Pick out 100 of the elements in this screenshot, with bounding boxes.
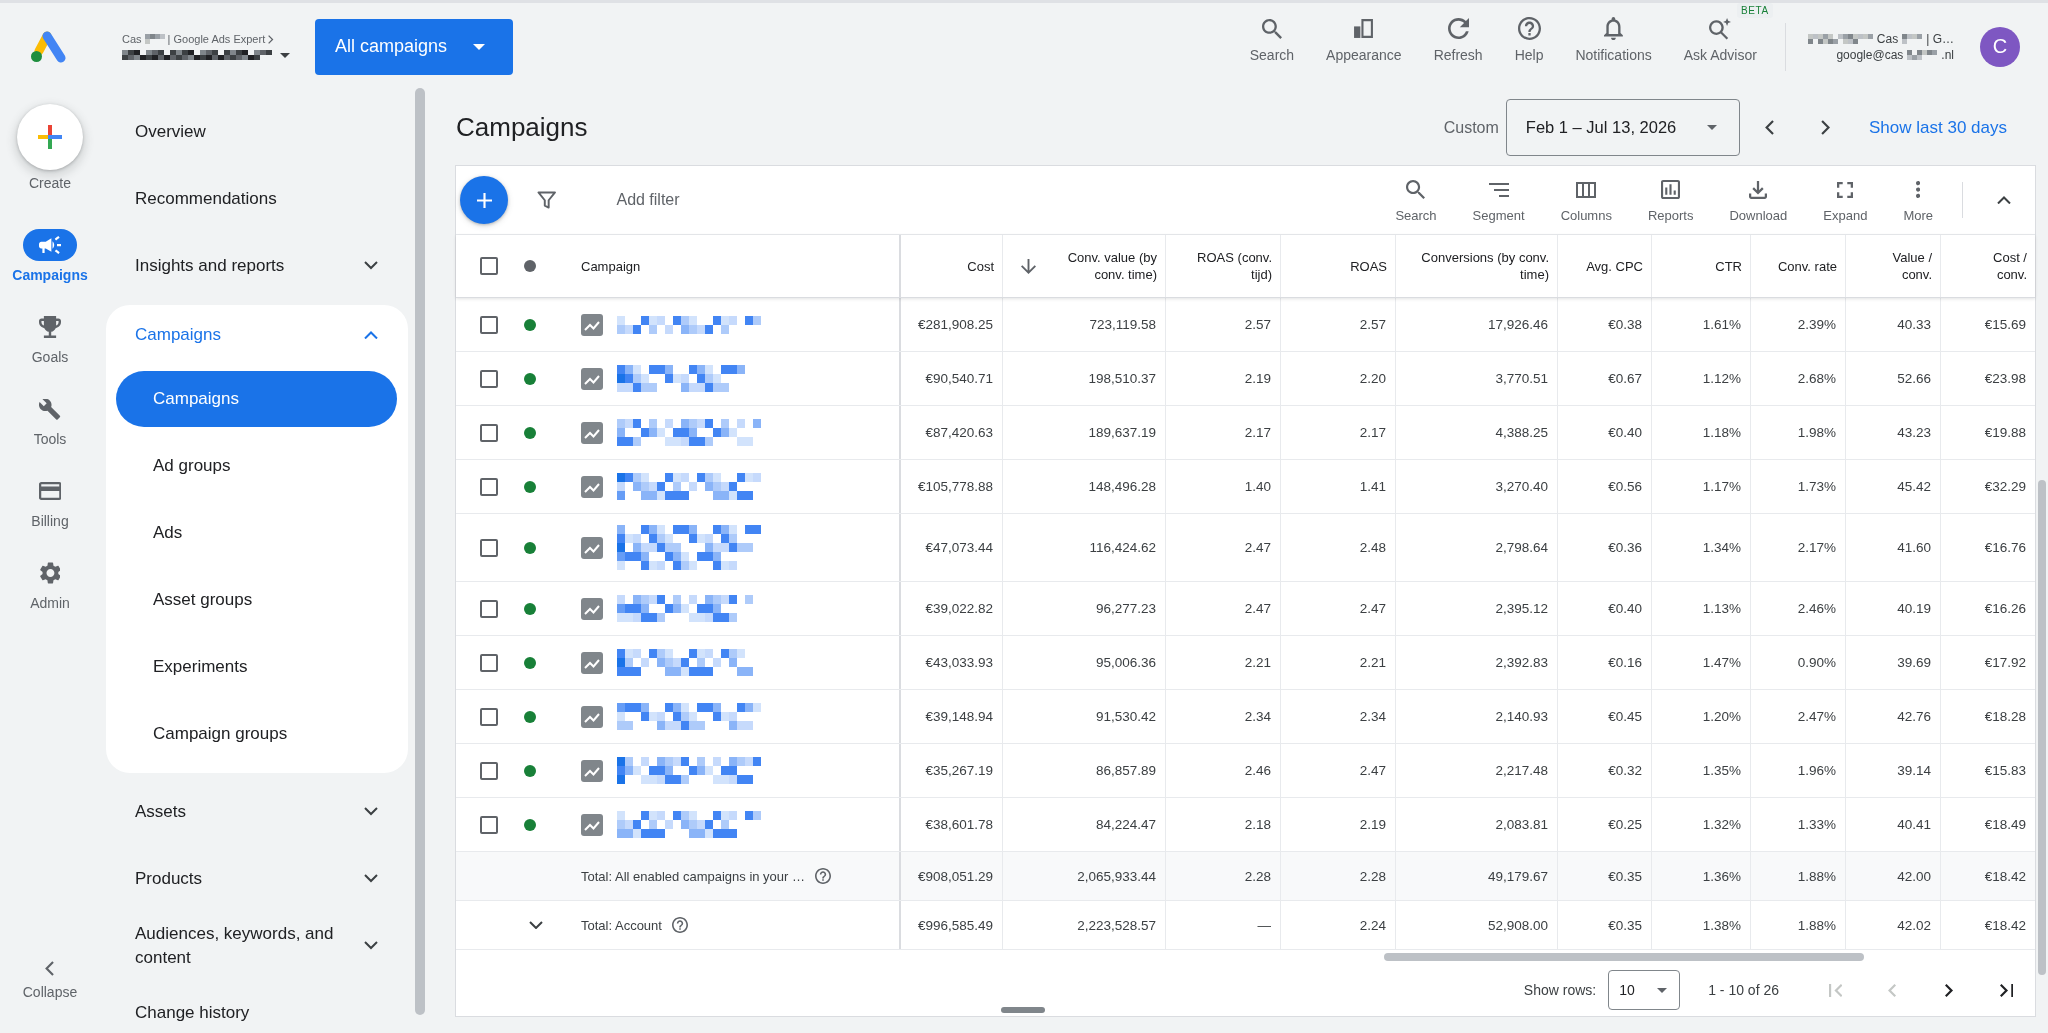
- table-cell: 2.47: [1281, 744, 1396, 797]
- help-icon[interactable]: [671, 917, 688, 933]
- column-header[interactable]: Avg. CPC: [1558, 235, 1652, 297]
- nav-group-toggle[interactable]: Insights and reports: [106, 232, 408, 299]
- table-cell: 2.20: [1281, 352, 1396, 405]
- avatar[interactable]: C: [1980, 26, 2020, 67]
- notifications-button[interactable]: Notifications: [1569, 16, 1658, 63]
- help-icon[interactable]: [815, 868, 831, 884]
- table-cell: 52,908.00: [1396, 901, 1558, 949]
- table-cell: 1.32%: [1652, 798, 1751, 851]
- help-button[interactable]: Help: [1508, 16, 1550, 63]
- row-checkbox[interactable]: [480, 369, 498, 388]
- resize-handle[interactable]: [1001, 1007, 1045, 1013]
- beta-badge: BETA: [1737, 2, 1773, 18]
- row-checkbox[interactable]: [480, 707, 498, 726]
- column-header[interactable]: Cost / conv.: [1941, 235, 2035, 297]
- nav-group-toggle[interactable]: Products: [106, 845, 408, 912]
- user-email-text: google@cas: [1836, 47, 1904, 62]
- column-header[interactable]: Conv. value (by conv. time): [1003, 235, 1166, 297]
- table-cell-text: €17.92: [1983, 654, 2027, 672]
- chevron-down-icon[interactable]: [529, 920, 543, 930]
- column-header[interactable]: ROAS: [1281, 235, 1396, 297]
- table-cell: 1.18%: [1652, 406, 1751, 459]
- row-checkbox[interactable]: [480, 423, 498, 442]
- table-cell: €0.25: [1558, 798, 1652, 851]
- nav-group-toggle[interactable]: Assets: [106, 778, 408, 845]
- all-campaigns-dropdown[interactable]: All campaigns: [315, 18, 513, 75]
- chevron-up-icon[interactable]: [1997, 195, 2011, 205]
- nav-subitem[interactable]: Ads: [116, 504, 397, 561]
- show-last-30-days-link[interactable]: Show last 30 days: [1869, 117, 2007, 138]
- table-cell: 2,140.93: [1396, 690, 1558, 743]
- date-range-dropdown[interactable]: Feb 1 – Jul 13, 2026: [1505, 99, 1740, 156]
- expand-button[interactable]: Expand: [1805, 177, 1886, 223]
- rail-item[interactable]: Goals: [31, 311, 69, 365]
- app-logo[interactable]: [30, 30, 66, 63]
- date-preset-label: Custom: [1443, 118, 1499, 137]
- create-button[interactable]: Create: [17, 104, 83, 191]
- column-header[interactable]: Cost: [901, 235, 1003, 297]
- row-checkbox[interactable]: [480, 315, 498, 334]
- last-page-icon[interactable]: [1999, 983, 2014, 997]
- row-checkbox[interactable]: [480, 477, 498, 496]
- add-button[interactable]: [460, 176, 508, 224]
- table-cell: 2.17: [1166, 406, 1281, 459]
- search-button[interactable]: Search: [1377, 177, 1455, 223]
- table-cell: 1.40: [1166, 460, 1281, 513]
- nav-subitem[interactable]: Experiments: [116, 638, 397, 695]
- nav-subitem[interactable]: Campaigns: [116, 370, 397, 427]
- row-checkbox[interactable]: [480, 653, 498, 672]
- refresh-button[interactable]: Refresh: [1427, 16, 1489, 63]
- select-all-checkbox[interactable]: [480, 257, 498, 275]
- layout-icon: [1353, 18, 1375, 39]
- chevron-right-icon[interactable]: [1820, 120, 1831, 135]
- rail-item[interactable]: Billing: [31, 475, 69, 529]
- ask-advisor-button[interactable]: Ask Advisor: [1677, 16, 1763, 63]
- more-button[interactable]: More: [1885, 177, 1951, 223]
- nav-item[interactable]: Change history: [106, 979, 408, 1033]
- table-cell-text: €15.83: [1983, 762, 2027, 780]
- table-cell: 3,270.40: [1396, 460, 1558, 513]
- page-scrollbar[interactable]: [2038, 480, 2046, 975]
- table-cell: 43.23: [1846, 406, 1941, 459]
- horizontal-scrollbar[interactable]: [1384, 953, 1864, 961]
- chevron-right-icon[interactable]: [1945, 983, 1954, 997]
- column-header[interactable]: CTR: [1652, 235, 1751, 297]
- column-header[interactable]: Campaign: [561, 235, 901, 297]
- nav-subitem[interactable]: Asset groups: [116, 571, 397, 628]
- nav-item[interactable]: Recommendations: [106, 165, 408, 232]
- nav-subitem[interactable]: Ad groups: [116, 437, 397, 494]
- row-checkbox[interactable]: [480, 538, 498, 557]
- nav-group-toggle[interactable]: Audiences, keywords, and content: [106, 912, 408, 979]
- table-cell: 40.41: [1846, 798, 1941, 851]
- appearance-button[interactable]: Appearance: [1320, 16, 1408, 63]
- column-header[interactable]: Conversions (by conv. time): [1396, 235, 1558, 297]
- columns-button[interactable]: Columns: [1542, 177, 1630, 223]
- nav-subitem[interactable]: Campaign groups: [116, 705, 397, 762]
- segment-button[interactable]: Segment: [1454, 177, 1543, 223]
- nav-scrollbar[interactable]: [415, 88, 425, 1015]
- nav-group-toggle[interactable]: Campaigns: [106, 305, 408, 365]
- rail-item[interactable]: Tools: [33, 393, 67, 447]
- nav-item[interactable]: Overview: [106, 98, 408, 165]
- row-checkbox[interactable]: [480, 599, 498, 618]
- filter-field[interactable]: Add filter: [616, 180, 1378, 220]
- row-checkbox[interactable]: [480, 815, 498, 834]
- table-cell: 1.38%: [1652, 901, 1751, 949]
- filter-icon[interactable]: [537, 191, 557, 209]
- sparkle-search-icon: [1709, 17, 1732, 40]
- total-label: Total: All enabled campaigns in your …: [581, 868, 805, 884]
- download-button[interactable]: Download: [1711, 177, 1806, 223]
- column-header[interactable]: Conv. rate: [1751, 235, 1846, 297]
- rail-item[interactable]: Campaigns: [12, 229, 88, 283]
- caret-down-icon[interactable]: [280, 52, 290, 58]
- rows-per-page-dropdown[interactable]: 10: [1608, 970, 1681, 1010]
- reports-button[interactable]: Reports: [1629, 177, 1712, 223]
- pixelated-text-drawing: [1907, 49, 1938, 60]
- search-button[interactable]: Search: [1243, 16, 1301, 63]
- rail-item[interactable]: Admin: [30, 557, 70, 611]
- chevron-left-icon[interactable]: [1764, 120, 1774, 135]
- column-header[interactable]: Value / conv.: [1846, 235, 1941, 297]
- collapse-button[interactable]: Collapse: [22, 961, 78, 1000]
- column-header[interactable]: ROAS (conv. tijd): [1166, 235, 1281, 297]
- row-checkbox[interactable]: [480, 761, 498, 780]
